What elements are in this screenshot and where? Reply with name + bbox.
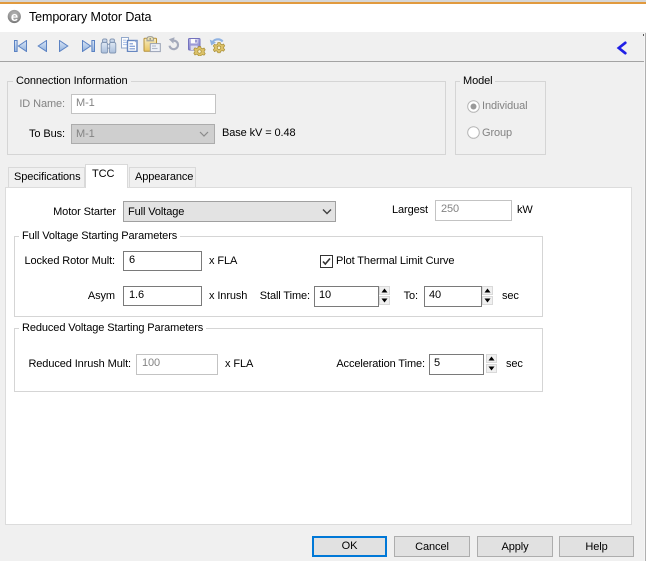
svg-text:e: e <box>11 9 18 24</box>
